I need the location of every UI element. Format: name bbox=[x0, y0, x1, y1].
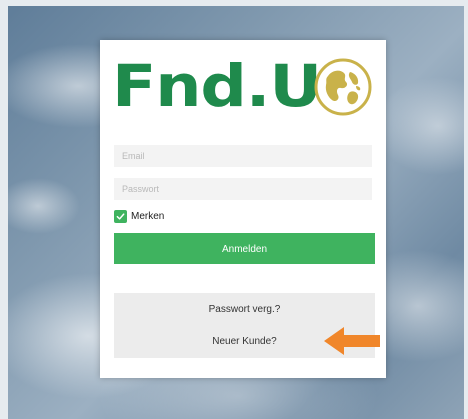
globe-icon bbox=[314, 58, 372, 116]
remember-label: Merken bbox=[131, 210, 165, 222]
login-button[interactable]: Anmelden bbox=[114, 233, 375, 264]
remember-me[interactable]: Merken bbox=[114, 209, 164, 223]
password-field[interactable] bbox=[114, 178, 372, 200]
check-icon bbox=[116, 212, 125, 220]
logo-text: Fnd.U bbox=[112, 52, 322, 120]
email-field[interactable] bbox=[114, 145, 372, 167]
forgot-password-link[interactable]: Passwort verg.? bbox=[114, 304, 375, 315]
remember-checkbox[interactable] bbox=[114, 209, 127, 223]
arrow-left-icon bbox=[324, 327, 380, 355]
logo: Fnd.U bbox=[112, 50, 374, 122]
